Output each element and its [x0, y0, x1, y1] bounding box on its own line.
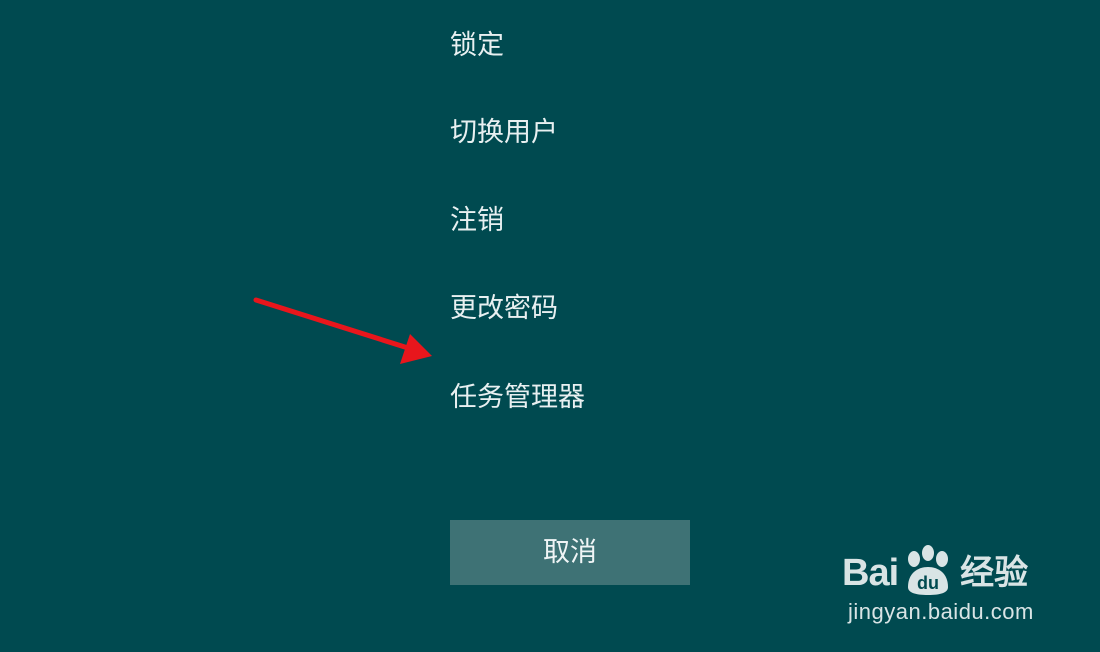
watermark-url: jingyan.baidu.com — [848, 599, 1034, 624]
watermark-brand-du: du — [917, 573, 939, 593]
watermark-brand-bai: Bai — [842, 552, 899, 594]
baidu-jingyan-watermark: Bai du 经验 jingyan.baidu.com — [830, 535, 1090, 635]
menu-item-sign-out[interactable]: 注销 — [450, 201, 504, 241]
cancel-button[interactable]: 取消 — [450, 520, 690, 585]
menu-item-task-manager[interactable]: 任务管理器 — [450, 378, 585, 418]
paw-icon: du — [908, 545, 949, 595]
watermark-brand-cn: 经验 — [960, 553, 1029, 593]
watermark-logo: Bai du 经验 — [842, 545, 1028, 595]
menu-item-change-password[interactable]: 更改密码 — [450, 289, 558, 329]
menu-item-lock[interactable]: 锁定 — [450, 26, 504, 66]
menu-item-switch-user[interactable]: 切换用户 — [450, 113, 558, 153]
red-arrow-icon — [253, 297, 432, 364]
